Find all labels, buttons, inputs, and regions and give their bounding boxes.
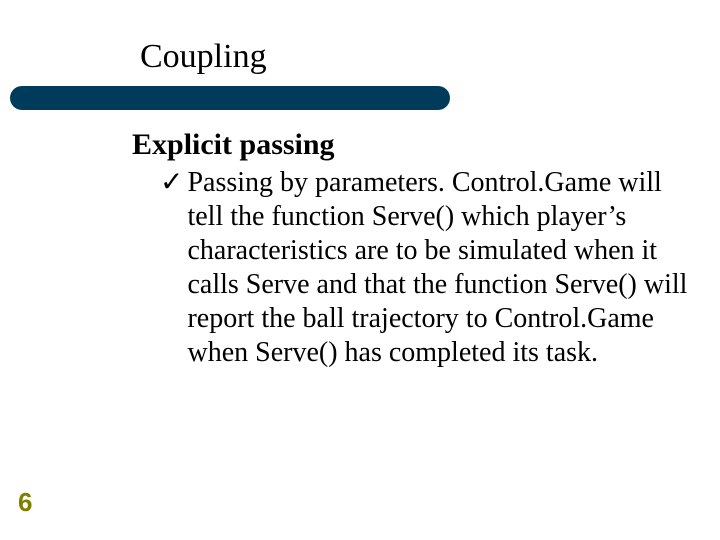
title-divider-bar [10,86,450,110]
page-number: 6 [18,487,32,518]
bullet-item: ✓ Passing by parameters. Control.Game wi… [132,166,692,370]
subheading: Explicit passing [132,128,692,162]
content-block: Explicit passing ✓ Passing by parameters… [132,128,692,370]
bullet-text: Passing by parameters. Control.Game will… [187,166,692,370]
checkmark-icon: ✓ [160,166,183,200]
slide-title: Coupling [140,38,267,76]
